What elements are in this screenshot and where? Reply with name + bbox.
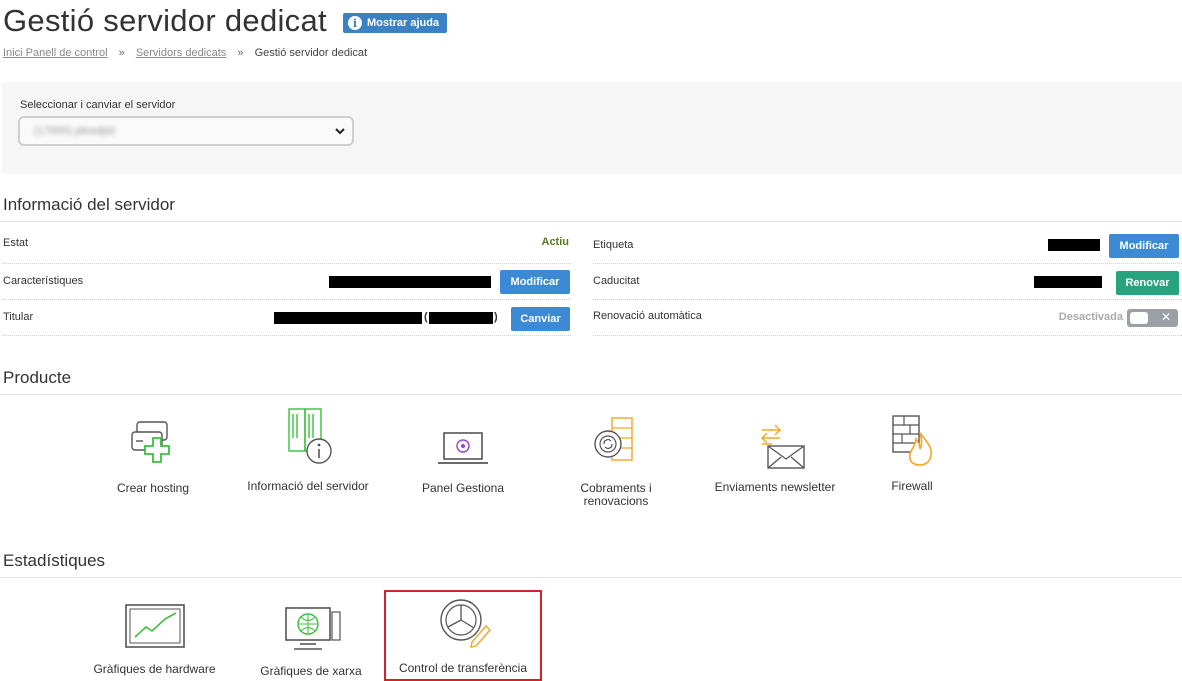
server-select[interactable]: (17895) pleadjdz: [18, 116, 354, 146]
hardware-charts-tile[interactable]: Gràfiques de hardware: [82, 602, 227, 676]
show-help-label: Mostrar ajuda: [366, 17, 440, 29]
server-select-panel: Seleccionar i canviar el servidor (17895…: [2, 82, 1182, 174]
section-divider: [0, 394, 1182, 395]
server-select-value: (17895) pleadjdz: [34, 125, 116, 137]
firewall-icon: [892, 415, 933, 466]
stats-heading: Estadístiques: [3, 551, 106, 570]
change-holder-button[interactable]: Canviar: [511, 307, 570, 331]
holder-label: Titular: [3, 311, 34, 323]
server-info-heading: Informació del servidor: [3, 195, 175, 214]
transfer-control-label: Control de transferència: [398, 661, 528, 675]
network-charts-label: Gràfiques de xarxa: [260, 664, 362, 678]
toggle-knob: [1130, 312, 1148, 324]
firewall-tile[interactable]: Firewall: [862, 413, 962, 493]
redacted-value: [429, 312, 493, 324]
breadcrumb-dedicated-servers-link[interactable]: Servidors dedicats: [136, 47, 227, 59]
redacted-value: [1034, 276, 1102, 288]
holder-row: Titular ( ) Canviar: [3, 301, 571, 336]
firewall-label: Firewall: [891, 479, 933, 493]
expiry-row: Caducitat Renovar: [593, 265, 1182, 300]
close-icon: ✕: [1160, 310, 1171, 324]
show-help-button[interactable]: i Mostrar ajuda: [342, 13, 448, 33]
modify-features-button[interactable]: Modificar: [500, 270, 570, 294]
breadcrumb-separator: »: [118, 47, 125, 59]
holder-paren-open: (: [424, 311, 428, 323]
panel-gestiona-tile[interactable]: Panel Gestiona: [403, 425, 523, 495]
create-hosting-label: Crear hosting: [116, 481, 190, 495]
transfer-control-tile[interactable]: Control de transferència: [388, 596, 538, 675]
newsletter-label: Enviaments newsletter: [714, 480, 836, 494]
chevron-down-icon: [335, 128, 345, 135]
page-title: Gestió servidor dedicat: [3, 3, 327, 38]
redacted-value: [274, 312, 422, 324]
auto-renewal-toggle[interactable]: ✕: [1127, 309, 1178, 327]
expiry-label: Caducitat: [593, 275, 640, 287]
status-label: Estat: [3, 237, 29, 249]
redacted-value: [1048, 239, 1100, 251]
page-header: Gestió servidor dedicat i Mostrar ajuda: [3, 0, 448, 42]
redacted-value: [329, 276, 491, 288]
breadcrumb-current: Gestió servidor dedicat: [254, 47, 368, 59]
network-chart-icon: [285, 607, 341, 650]
product-heading: Producte: [3, 368, 72, 387]
breadcrumb: Inici Panell de control » Servidors dedi…: [3, 47, 367, 59]
hardware-chart-icon: [124, 604, 185, 648]
breadcrumb-separator: »: [237, 47, 244, 59]
payments-renewals-icon: [594, 417, 633, 461]
modify-tag-button[interactable]: Modificar: [1109, 234, 1179, 258]
status-value: Actiu: [541, 236, 570, 248]
breadcrumb-home-link[interactable]: Inici Panell de control: [3, 47, 108, 59]
tag-row: Etiqueta Modificar: [593, 229, 1182, 264]
auto-renewal-row: Renovació automàtica Desactivada ✕: [593, 301, 1182, 336]
server-add-icon: [131, 421, 170, 463]
server-info-label: Informació del servidor: [247, 479, 369, 493]
features-row: Característiques Modificar: [3, 265, 571, 300]
newsletter-tile[interactable]: Enviaments newsletter: [700, 420, 850, 494]
server-select-label: Seleccionar i canviar el servidor: [20, 99, 176, 111]
info-icon: i: [347, 16, 362, 30]
auto-renewal-label: Renovació automàtica: [593, 310, 702, 322]
laptop-panel-icon: [438, 432, 488, 464]
payments-renewals-tile[interactable]: Cobraments i renovacions: [556, 414, 676, 508]
payments-renewals-label-line2: renovacions: [583, 494, 649, 508]
status-row: Estat Actiu: [3, 229, 571, 264]
transfer-control-icon: [440, 599, 491, 648]
hardware-charts-label: Gràfiques de hardware: [93, 662, 216, 676]
network-charts-tile[interactable]: Gràfiques de xarxa: [246, 605, 376, 678]
newsletter-icon: [761, 424, 805, 469]
holder-paren-close: ): [494, 311, 498, 323]
auto-renewal-status: Desactivada: [1058, 311, 1123, 323]
section-divider: [0, 221, 1182, 222]
renew-button[interactable]: Renovar: [1116, 271, 1179, 295]
panel-gestiona-label: Panel Gestiona: [421, 481, 505, 495]
create-hosting-tile[interactable]: Crear hosting: [93, 416, 213, 495]
server-info-tile[interactable]: Informació del servidor: [233, 408, 383, 493]
server-info-icon: [288, 408, 332, 464]
tag-label: Etiqueta: [593, 239, 634, 251]
section-divider: [0, 577, 1182, 578]
features-label: Característiques: [3, 275, 84, 287]
